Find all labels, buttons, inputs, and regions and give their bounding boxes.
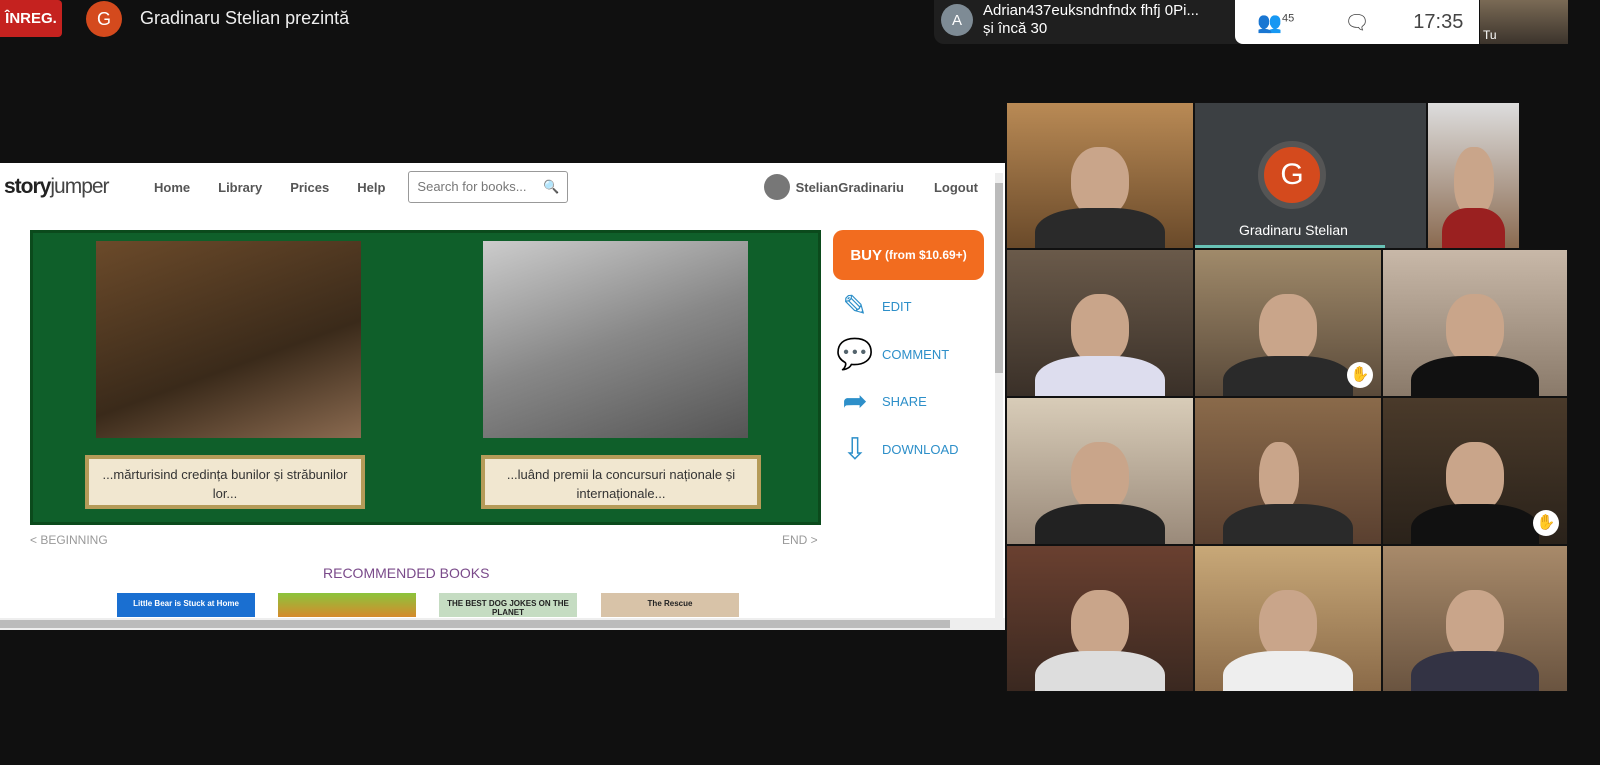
search-icon[interactable]: 🔍 — [543, 179, 559, 195]
video-tile[interactable] — [1427, 102, 1520, 249]
book-thumb[interactable]: Little Bear is Stuck at Home — [117, 593, 255, 617]
speaker-name: Gradinaru Stelian — [1239, 222, 1348, 238]
shared-webpage: storyjumper Home Library Prices Help Sea… — [0, 163, 1005, 630]
presenter-avatar: G — [86, 1, 122, 37]
participant-more: și încă 30 — [983, 20, 1048, 37]
people-icon: 👥 — [1257, 11, 1282, 34]
comment-button[interactable]: 💬 COMMENT — [836, 337, 949, 372]
logout-link[interactable]: Logout — [934, 180, 978, 195]
recording-badge: ÎNREG. — [0, 0, 62, 37]
user-menu[interactable]: StelianGradinariu — [763, 174, 904, 200]
participant-name: Adrian437euksndnfndx fhfj 0Pi... — [983, 2, 1199, 19]
nav-prices[interactable]: Prices — [290, 180, 329, 195]
nav-home[interactable]: Home — [154, 180, 190, 195]
storyjumper-logo[interactable]: storyjumper — [4, 175, 154, 199]
nav-library[interactable]: Library — [218, 180, 262, 195]
buy-button[interactable]: BUY (from $10.69+) — [833, 230, 984, 280]
video-tile[interactable] — [1194, 545, 1382, 692]
people-button[interactable]: 👥45 — [1235, 10, 1316, 35]
video-tile[interactable] — [1382, 545, 1568, 692]
site-nav: storyjumper Home Library Prices Help Sea… — [0, 163, 1005, 211]
video-tile[interactable] — [1194, 397, 1382, 545]
speaker-avatar: G — [1258, 141, 1326, 209]
book-thumb[interactable]: THE BEST DOG JOKES ON THE PLANET — [439, 593, 577, 617]
video-tile[interactable] — [1382, 249, 1568, 397]
caption-left: ...mărturisind credința bunilor și străb… — [85, 455, 365, 509]
page-photo-right — [483, 241, 748, 438]
chat-button[interactable]: 🗨 — [1316, 10, 1397, 35]
self-view: Tu — [1480, 0, 1568, 44]
clock: 17:35 — [1413, 10, 1464, 33]
vertical-scrollbar[interactable] — [995, 173, 1003, 618]
video-tile[interactable]: ✋ — [1194, 249, 1382, 397]
speaker-tile[interactable]: G Gradinaru Stelian — [1194, 102, 1427, 249]
nav-help[interactable]: Help — [357, 180, 385, 195]
action-label: SHARE — [882, 394, 927, 409]
video-tile[interactable] — [1006, 249, 1194, 397]
video-tile[interactable]: ✋ — [1382, 397, 1568, 545]
edit-button[interactable]: ✎ EDIT — [836, 289, 912, 324]
pencil-icon: ✎ — [842, 290, 868, 323]
download-icon: ⇩ — [842, 433, 868, 466]
beginning-link[interactable]: < BEGINNING — [30, 533, 108, 547]
comment-icon: 💬 — [836, 338, 874, 371]
buy-label: BUY — [850, 246, 882, 264]
video-tile[interactable] — [1006, 397, 1194, 545]
video-tile[interactable] — [1006, 545, 1194, 692]
caption-right: ...luând premii la concursuri naționale … — [481, 455, 761, 509]
book-viewer[interactable]: ...mărturisind credința bunilor și străb… — [30, 230, 821, 525]
chat-icon: 🗨 — [1344, 11, 1370, 34]
share-icon: ➦ — [842, 385, 868, 418]
page-photo-left — [96, 241, 361, 438]
end-link[interactable]: END > — [782, 533, 818, 547]
people-count: 45 — [1281, 11, 1295, 24]
raised-hand-icon: ✋ — [1533, 510, 1559, 536]
raised-hand-icon: ✋ — [1347, 362, 1373, 388]
action-label: EDIT — [882, 299, 912, 314]
horizontal-scrollbar[interactable] — [0, 618, 1005, 630]
action-label: COMMENT — [882, 347, 950, 362]
participant-avatar: A — [941, 4, 973, 36]
logo-part: jumper — [50, 175, 109, 198]
action-label: DOWNLOAD — [882, 442, 959, 457]
search-input[interactable]: Search for books... 🔍 — [408, 171, 569, 203]
speaking-indicator — [1195, 245, 1385, 248]
share-button[interactable]: ➦ SHARE — [836, 384, 927, 419]
search-placeholder: Search for books... — [417, 179, 527, 194]
meeting-toolbar: 👥45 🗨 17:35 — [1235, 0, 1479, 44]
book-thumb[interactable] — [278, 593, 416, 617]
video-tile[interactable] — [1006, 102, 1194, 249]
book-thumb[interactable]: The Rescue — [601, 593, 739, 617]
user-icon — [763, 174, 790, 200]
self-label: Tu — [1483, 28, 1497, 42]
presenter-title: Gradinaru Stelian prezintă — [140, 8, 350, 28]
username: StelianGradinariu — [795, 179, 904, 195]
download-button[interactable]: ⇩ DOWNLOAD — [836, 432, 959, 467]
logo-part: story — [4, 175, 51, 198]
buy-price: (from $10.69+) — [884, 248, 967, 262]
recommended-heading: RECOMMENDED BOOKS — [323, 565, 490, 581]
